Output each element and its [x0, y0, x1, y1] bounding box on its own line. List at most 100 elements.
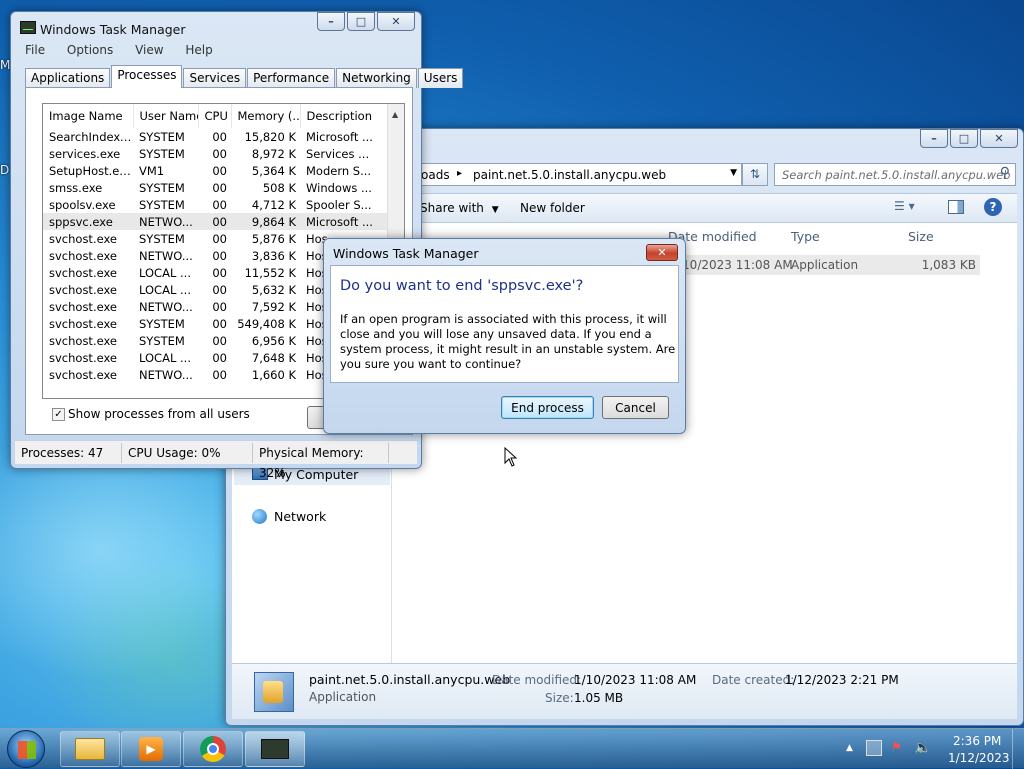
close-button[interactable]: ✕ — [980, 129, 1018, 148]
show-all-users-checkbox[interactable]: ✓ — [52, 408, 65, 421]
maximize-button[interactable]: □ — [950, 129, 978, 148]
tab-services[interactable]: Services — [183, 68, 247, 88]
process-row[interactable]: smss.exe SYSTEM 00 508 K Windows ... — [43, 179, 388, 196]
show-all-users-label[interactable]: Show processes from all users — [68, 407, 250, 421]
cancel-button[interactable]: Cancel — [602, 396, 669, 419]
details-file-kind: Application — [309, 690, 377, 704]
desktop-edge-text-2: D — [0, 163, 10, 177]
process-cell-memory: 9,864 K — [231, 213, 300, 230]
process-row[interactable]: sppsvc.exe NETWO... 00 9,864 K Microsoft ... — [43, 213, 388, 230]
minimize-button[interactable]: – — [317, 12, 345, 31]
process-cell-user: NETWO... — [139, 248, 193, 263]
tab-strip: Applications Processes Services Performa… — [25, 65, 464, 88]
column-header-type[interactable]: Type — [791, 229, 820, 244]
show-desktop-button[interactable] — [1012, 729, 1024, 769]
taskbar-explorer[interactable] — [60, 731, 120, 767]
menu-file[interactable]: File — [25, 43, 45, 57]
file-size: 1,083 KB — [921, 258, 976, 272]
process-row[interactable]: SetupHost.ex... VM1 00 5,364 K Modern S... — [43, 162, 388, 179]
column-memory[interactable]: Memory (... — [231, 104, 301, 128]
desktop-edge-text-1: M — [0, 58, 11, 72]
process-cell-cpu: 00 — [212, 146, 227, 161]
dialog-close-button[interactable]: ✕ — [646, 244, 678, 261]
process-cell-image: services.exe — [49, 146, 121, 161]
address-bar[interactable]: oads ▸ paint.net.5.0.install.anycpu.web … — [416, 163, 742, 186]
network-tray-icon[interactable] — [866, 740, 882, 756]
refresh-button[interactable]: ⇅ — [742, 163, 768, 186]
tab-users[interactable]: Users — [417, 68, 464, 88]
menu-options[interactable]: Options — [67, 43, 113, 57]
tab-processes[interactable]: Processes — [111, 65, 183, 88]
task-manager-icon — [261, 739, 289, 759]
end-process-confirm-button[interactable]: End process — [501, 396, 594, 419]
column-header-size[interactable]: Size — [908, 229, 934, 244]
chevron-down-icon[interactable]: ▼ — [730, 168, 737, 178]
column-image-name[interactable]: Image Name — [43, 104, 134, 128]
process-cell-user: SYSTEM — [139, 129, 185, 144]
show-hidden-icons-icon[interactable]: ▲ — [846, 743, 853, 753]
preview-pane-icon[interactable] — [948, 200, 964, 214]
process-cell-cpu: 00 — [212, 197, 227, 212]
address-current[interactable]: paint.net.5.0.install.anycpu.web — [473, 168, 666, 182]
menu-bar: File Options View Help — [25, 43, 231, 57]
address-segment[interactable]: oads — [421, 168, 450, 182]
start-button[interactable] — [7, 730, 45, 768]
scroll-up-icon[interactable]: ▲ — [392, 110, 398, 119]
clock-time[interactable]: 2:36 PM — [953, 734, 1001, 748]
process-cell-user: NETWO... — [139, 367, 193, 382]
close-button[interactable]: ✕ — [377, 12, 415, 31]
search-input[interactable]: Search paint.net.5.0.install.anycpu.web … — [774, 163, 1016, 186]
process-cell-image: svchost.exe — [49, 350, 118, 365]
close-icon: ✕ — [657, 246, 667, 259]
help-icon[interactable]: ? — [984, 198, 1002, 216]
process-cell-memory: 3,836 K — [251, 248, 296, 263]
process-cell-user: LOCAL ... — [139, 265, 191, 280]
nav-item-network[interactable]: Network — [234, 507, 390, 527]
share-with-button[interactable]: Share with ▼ — [420, 201, 499, 215]
taskbar-chrome[interactable] — [183, 731, 243, 767]
minimize-button[interactable]: – — [920, 129, 948, 148]
menu-view[interactable]: View — [135, 43, 163, 57]
menu-help[interactable]: Help — [185, 43, 212, 57]
column-description[interactable]: Description — [300, 104, 389, 128]
process-cell-user: LOCAL ... — [139, 282, 191, 297]
clock-date[interactable]: 1/12/2023 — [948, 751, 1010, 765]
details-pane: paint.net.5.0.install.anycpu.web Applica… — [232, 663, 1017, 719]
process-cell-description: Microsoft ... — [300, 213, 388, 230]
refresh-icon: ⇅ — [749, 167, 761, 181]
media-player-icon: ▶ — [139, 737, 163, 761]
process-cell-memory: 8,972 K — [251, 146, 296, 161]
process-cell-memory: 5,632 K — [251, 282, 296, 297]
process-cell-user: SYSTEM — [139, 231, 185, 246]
process-cell-user: NETWO... — [139, 299, 193, 314]
breadcrumb-arrow-icon[interactable]: ▸ — [457, 168, 462, 179]
process-cell-user: SYSTEM — [139, 197, 185, 212]
process-cell-cpu: 00 — [198, 213, 231, 230]
details-size: 1.05 MB — [574, 691, 624, 705]
end-process-dialog: Windows Task Manager ✕ Do you want to en… — [323, 238, 686, 434]
process-row[interactable]: spoolsv.exe SYSTEM 00 4,712 K Spooler S... — [43, 196, 388, 213]
tab-networking[interactable]: Networking — [336, 68, 417, 88]
file-row[interactable]: /10/2023 11:08 AM Application 1,083 KB — [668, 255, 980, 275]
taskbar-media-player[interactable]: ▶ — [121, 731, 181, 767]
process-cell-cpu: 00 — [212, 367, 227, 382]
column-cpu[interactable]: CPU — [198, 104, 232, 128]
column-image-name-label: Image Name — [49, 109, 123, 123]
tab-performance[interactable]: Performance — [247, 68, 336, 88]
volume-icon[interactable]: 🔈 — [914, 740, 931, 756]
view-options-icon[interactable]: ☰ ▾ — [894, 199, 915, 213]
new-folder-button[interactable]: New folder — [520, 201, 585, 215]
column-cpu-label: CPU — [204, 109, 228, 123]
chrome-icon — [200, 736, 226, 762]
column-user-name[interactable]: User Name — [133, 104, 199, 128]
taskbar-task-manager[interactable] — [245, 731, 305, 767]
process-cell-memory: 4,712 K — [251, 197, 296, 212]
tab-applications[interactable]: Applications — [25, 68, 111, 88]
process-cell-cpu: 00 — [212, 333, 227, 348]
process-row[interactable]: SearchIndexe... SYSTEM 00 15,820 K Microsoft… — [43, 128, 388, 145]
process-row[interactable]: services.exe SYSTEM 00 8,972 K Services ... — [43, 145, 388, 162]
maximize-button[interactable]: □ — [347, 12, 375, 31]
file-date: /10/2023 11:08 AM — [678, 258, 793, 272]
details-size-label: Size: — [545, 691, 574, 705]
action-center-icon[interactable]: ⚑ — [891, 740, 907, 756]
